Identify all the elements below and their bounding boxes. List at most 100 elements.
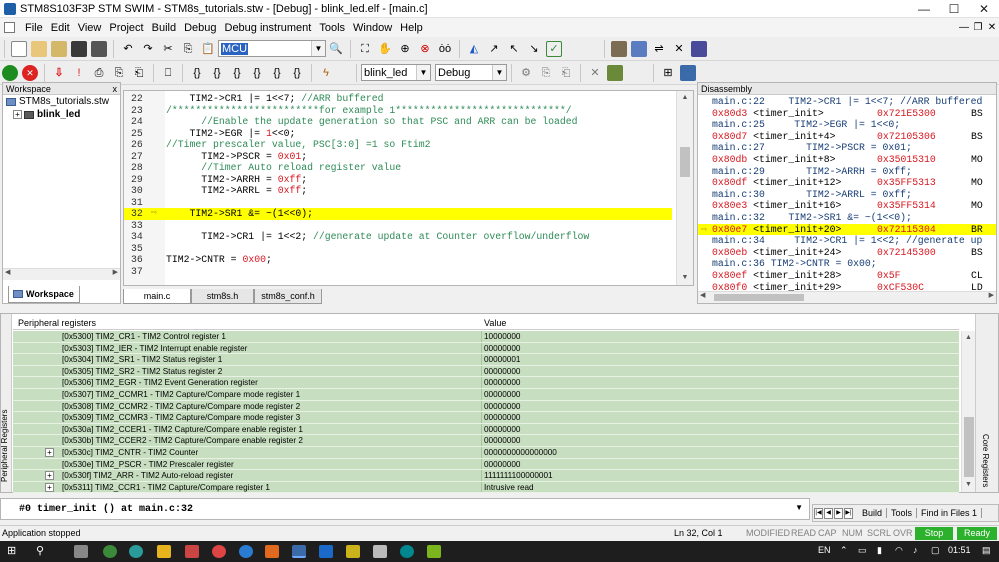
stop-build-icon[interactable]: ✕ bbox=[671, 41, 687, 57]
app-arduino-icon[interactable] bbox=[129, 545, 143, 558]
register-value[interactable]: 10000000 bbox=[484, 331, 520, 342]
register-value[interactable]: 00000000 bbox=[484, 401, 520, 412]
redo-icon[interactable]: ↷ bbox=[140, 41, 156, 57]
chevron-down-icon[interactable]: ▼ bbox=[492, 65, 506, 80]
glasses-icon[interactable]: ȯȯ bbox=[437, 41, 453, 57]
menu-debug[interactable]: Debug bbox=[180, 22, 220, 34]
col-header-value[interactable]: Value bbox=[484, 316, 506, 330]
expand-plus-icon[interactable]: + bbox=[45, 471, 54, 481]
disassembly-panel[interactable]: Disassembly main.c:22 TIM2->CR1 |= 1<<7;… bbox=[697, 82, 997, 304]
build-project-icon[interactable]: ⎘ bbox=[538, 65, 554, 81]
language-indicator[interactable]: EN bbox=[818, 545, 831, 555]
step-over-asm-icon[interactable]: {} bbox=[289, 65, 305, 81]
code-line[interactable]: 31 bbox=[124, 197, 672, 209]
copy-icon[interactable]: ⎘ bbox=[180, 41, 196, 57]
find-icon[interactable]: 🔍 bbox=[328, 41, 344, 57]
scroll-down-icon[interactable]: ▼ bbox=[677, 271, 693, 285]
menu-view[interactable]: View bbox=[74, 22, 106, 34]
register-row[interactable]: [0x5304] TIM2_SR1 - TIM2 Status register… bbox=[13, 354, 959, 366]
paste-icon[interactable]: 📋 bbox=[200, 41, 216, 57]
open-icon[interactable] bbox=[31, 40, 47, 57]
register-row[interactable]: [0x5307] TIM2_CCMR1 - TIM2 Capture/Compa… bbox=[13, 389, 959, 401]
disasm-hscroll[interactable]: ◀ ▶ bbox=[698, 291, 996, 303]
menu-window[interactable]: Window bbox=[349, 22, 396, 34]
code-editor[interactable]: 22 TIM2->CR1 |= 1<<7; //ARR buffered 23/*… bbox=[123, 90, 694, 286]
col-header-name[interactable]: Peripheral registers bbox=[18, 316, 96, 330]
app-red-icon[interactable] bbox=[185, 545, 199, 558]
expand-plus-icon[interactable]: + bbox=[13, 110, 22, 119]
scroll-up-icon[interactable]: ▲ bbox=[677, 91, 693, 105]
code-line[interactable]: 30 TIM2->ARRL = 0xff; bbox=[124, 185, 672, 197]
expand-plus-icon[interactable]: + bbox=[45, 482, 54, 492]
core-side-bar[interactable]: Core Registers bbox=[975, 314, 998, 492]
rebuild-all-icon[interactable]: ⎗ bbox=[558, 65, 574, 81]
maximize-button[interactable]: ☐ bbox=[939, 2, 969, 16]
menu-file[interactable]: File bbox=[21, 22, 47, 34]
battery-icon[interactable]: ▮ bbox=[877, 545, 882, 556]
stop-status-badge[interactable]: Stop bbox=[915, 527, 953, 540]
prev-tab-icon[interactable]: ◀ bbox=[824, 507, 833, 519]
menu-help[interactable]: Help bbox=[396, 22, 427, 34]
code-line[interactable]: 36 TIM2->CNTR = 0x00; bbox=[124, 254, 672, 266]
cut-icon[interactable]: ✂ bbox=[160, 41, 176, 57]
code-line[interactable]: 37 bbox=[124, 266, 672, 278]
register-value[interactable]: 0000000000000000 bbox=[484, 447, 557, 458]
register-row[interactable]: [0x530b] TIM2_CCER2 - TIM2 Capture/Compa… bbox=[13, 435, 959, 447]
step-asm-icon[interactable]: {} bbox=[269, 65, 285, 81]
disasm-asm-line[interactable]: 0x80eb <timer_init+24> 0x72145300 BS bbox=[698, 247, 996, 259]
undo-icon[interactable]: ↶ bbox=[120, 41, 136, 57]
register-value[interactable]: 00000000 bbox=[484, 377, 520, 388]
register-row[interactable]: + [0x530c] TIM2_CNTR - TIM2 Counter 000000… bbox=[13, 447, 959, 459]
debug-start-icon[interactable] bbox=[2, 64, 18, 81]
register-value[interactable]: 00000000 bbox=[484, 343, 520, 354]
disasm-asm-line[interactable]: 0x80d3 <timer_init> 0x721E5300 BS bbox=[698, 108, 996, 120]
app-arduino2-icon[interactable] bbox=[400, 545, 414, 558]
disasm-source-line[interactable]: main.c:29 TIM2->ARRH = 0xff; bbox=[698, 166, 996, 178]
menu-debug-instrument[interactable]: Debug instrument bbox=[221, 22, 316, 34]
workspace-tab[interactable]: Workspace bbox=[8, 286, 80, 303]
app-stvd-icon[interactable] bbox=[292, 545, 306, 558]
run-to-cursor-icon[interactable]: {} bbox=[249, 65, 265, 81]
code-line[interactable]: 26 //Timer prescaler value, PSC[3:0] =1 s… bbox=[124, 139, 672, 151]
disasm-asm-line[interactable]: 0x80ef <timer_init+28> 0x5F CL bbox=[698, 270, 996, 282]
register-value[interactable]: 00000001 bbox=[484, 354, 520, 365]
register-row[interactable]: + [0x530f] TIM2_ARR - TIM2 Auto-reload re… bbox=[13, 470, 959, 482]
app-explorer-icon[interactable] bbox=[157, 545, 171, 558]
last-tab-icon[interactable]: ▶| bbox=[844, 507, 853, 519]
restart-icon[interactable]: ⎕ bbox=[160, 65, 176, 81]
close-button[interactable]: ✕ bbox=[969, 2, 999, 16]
register-row[interactable]: + [0x5311] TIM2_CCR1 - TIM2 Capture/Compa… bbox=[13, 481, 959, 494]
display-icon[interactable]: ▢ bbox=[931, 545, 940, 556]
expand-plus-icon[interactable]: + bbox=[45, 448, 54, 457]
chevron-up-icon[interactable]: ⌃ bbox=[840, 545, 848, 556]
project-combo[interactable]: blink_led ▼ bbox=[361, 64, 431, 81]
stop-watch-icon[interactable]: ⊗ bbox=[417, 41, 433, 57]
download-icon[interactable] bbox=[691, 40, 707, 57]
close-icon[interactable]: x bbox=[113, 83, 118, 95]
app-yellow-icon[interactable] bbox=[346, 545, 360, 558]
editor-scroll-thumb[interactable] bbox=[680, 147, 690, 177]
tree-workspace-root[interactable]: STM8s_tutorials.stw bbox=[3, 95, 120, 108]
tab-stm8s-h[interactable]: stm8s.h bbox=[191, 289, 254, 304]
bookmark-prev-icon[interactable]: ↖ bbox=[506, 41, 522, 57]
register-row[interactable]: [0x5305] TIM2_SR2 - TIM2 Status register… bbox=[13, 365, 959, 378]
code-line[interactable]: 34 TIM2->CR1 |= 1<<2; //generate update … bbox=[124, 231, 672, 243]
search-icon[interactable]: ⚲ bbox=[36, 545, 50, 558]
zoom-icon[interactable]: ⊕ bbox=[397, 41, 413, 57]
code-line[interactable]: 23 /*************************for example … bbox=[124, 105, 672, 117]
menu-project[interactable]: Project bbox=[105, 22, 147, 34]
register-row[interactable]: [0x530a] TIM2_CCER1 - TIM2 Capture/Compa… bbox=[13, 423, 959, 436]
scroll-up-icon[interactable]: ▲ bbox=[962, 331, 975, 345]
open-workspace-icon[interactable] bbox=[51, 40, 67, 57]
bookmark-icon[interactable]: ◭ bbox=[466, 41, 482, 57]
app-search-tool-icon[interactable] bbox=[373, 545, 387, 558]
compile-icon[interactable] bbox=[611, 40, 627, 57]
register-row[interactable]: [0x5308] TIM2_CCMR2 - TIM2 Capture/Compa… bbox=[13, 400, 959, 413]
windows-start-icon[interactable]: ⊞ bbox=[7, 545, 21, 558]
disasm-source-line[interactable]: main.c:34 TIM2->CR1 |= 1<<2; //generate … bbox=[698, 235, 996, 247]
mdi-restore-icon[interactable]: ❐ bbox=[971, 22, 985, 33]
run-icon[interactable]: ⇩ bbox=[51, 65, 67, 81]
bookmark-next-icon[interactable]: ↗ bbox=[486, 41, 502, 57]
peripheral-scroll-thumb[interactable] bbox=[964, 417, 974, 477]
disasm-current-line[interactable]: ⇨ 0x80e7 <timer_init+20> 0x72115304 BR bbox=[698, 223, 996, 236]
